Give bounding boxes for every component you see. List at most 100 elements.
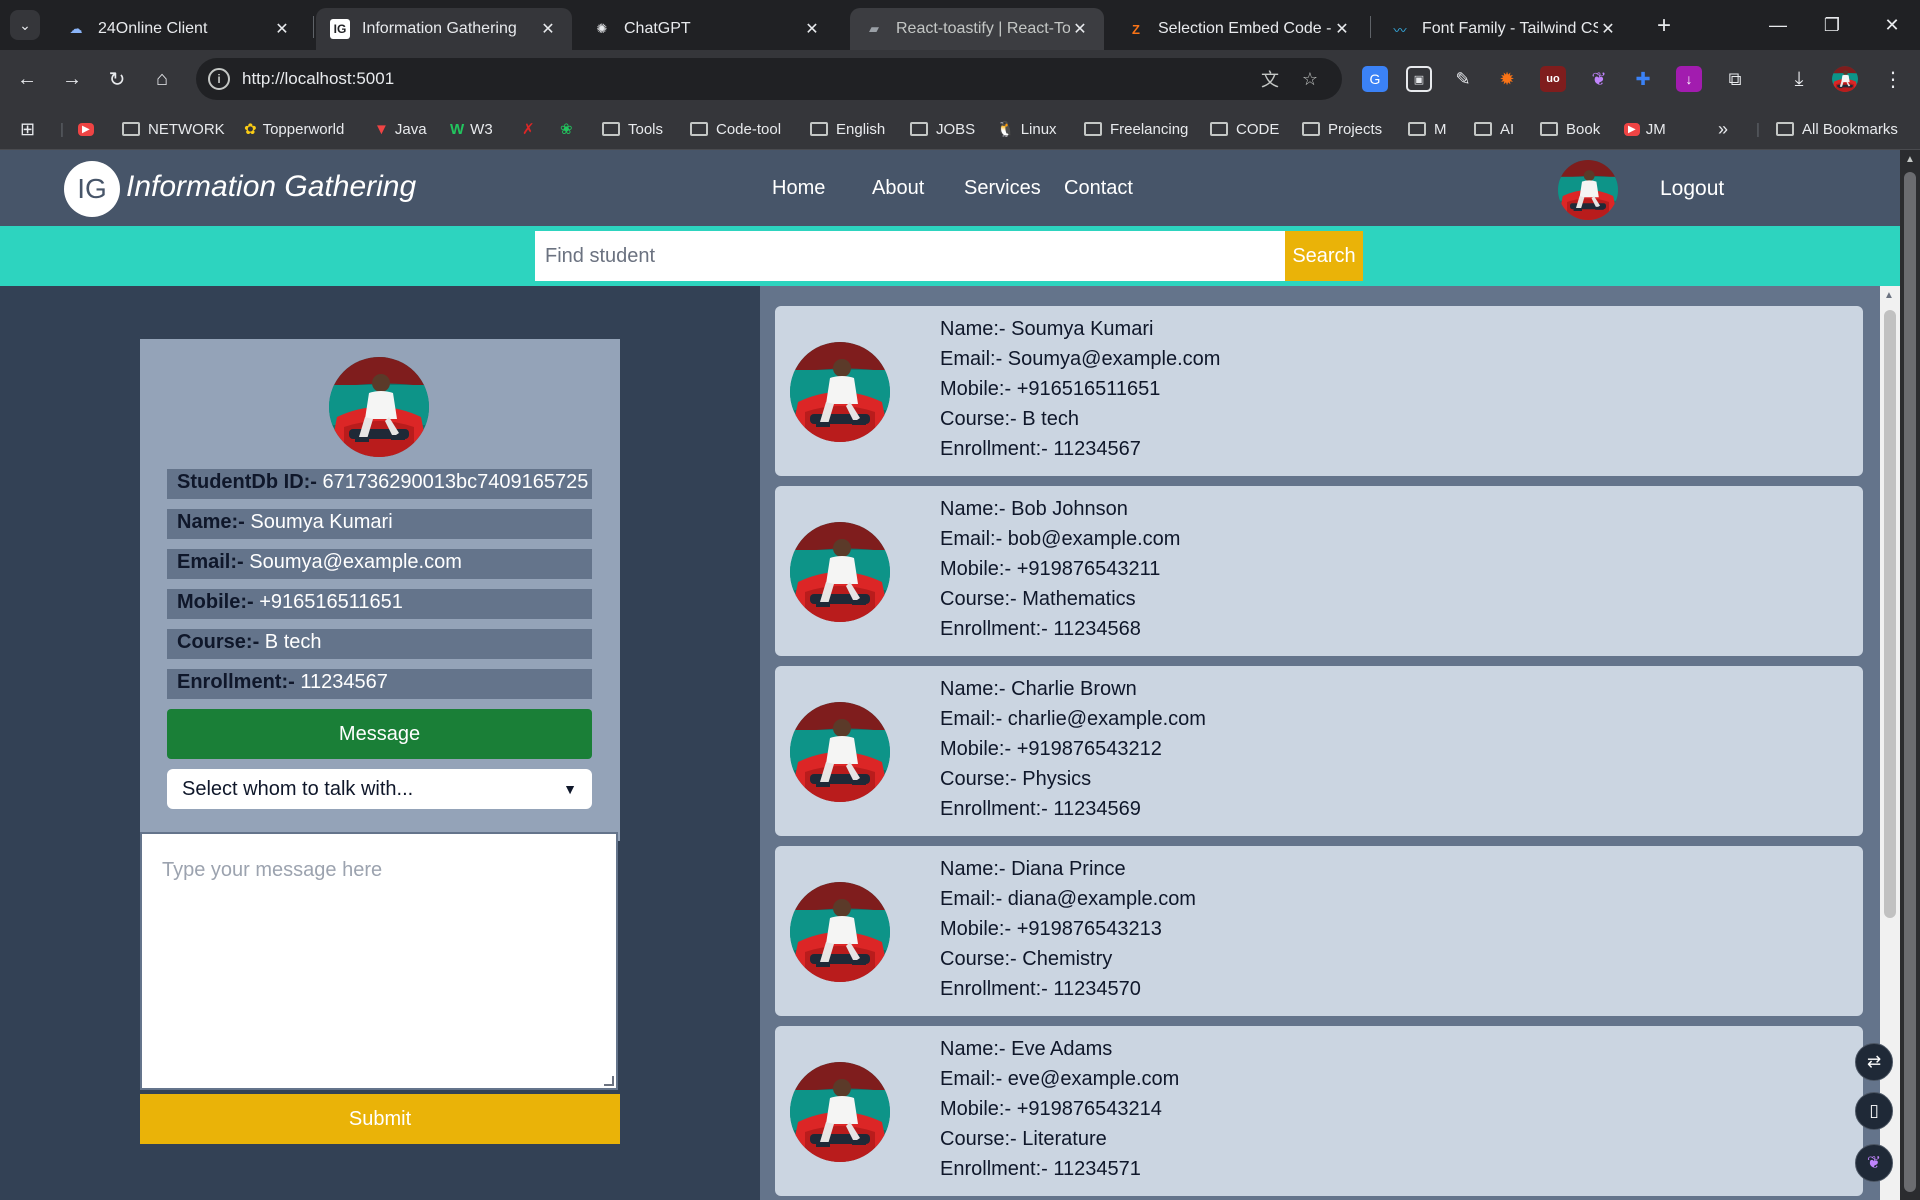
logo-badge[interactable]: IG (64, 161, 120, 217)
search-button[interactable]: Search (1285, 231, 1363, 281)
folder-icon (1084, 122, 1102, 136)
new-tab-button[interactable]: + (1650, 12, 1678, 40)
site-info-icon[interactable]: i (208, 68, 230, 90)
student-name: Name:- Charlie Brown (940, 678, 1137, 700)
student-card[interactable]: Name:- Diana Prince Email:- diana@example… (775, 846, 1863, 1016)
close-tab-icon[interactable]: ✕ (1332, 19, 1352, 39)
app-title[interactable]: Information Gathering (126, 170, 416, 204)
bookmark-m[interactable]: M (1408, 116, 1447, 142)
bookmark-code-tool[interactable]: Code-tool (690, 116, 781, 142)
download-extension-icon[interactable]: ↓ (1676, 66, 1702, 92)
bookmark-jobs[interactable]: JOBS (910, 116, 975, 142)
youtube-bookmark[interactable]: ▶ (78, 116, 94, 142)
browser-tab[interactable]: ✺ ChatGPT ✕ (578, 8, 836, 50)
nav-about-link[interactable]: About (872, 177, 924, 200)
bookmark-linux[interactable]: 🐧 Linux (996, 116, 1057, 142)
all-bookmarks[interactable]: All Bookmarks (1776, 116, 1898, 142)
home-button[interactable]: ⌂ (145, 62, 179, 96)
close-tab-icon[interactable]: ✕ (802, 19, 822, 39)
bookmark-java[interactable]: ▼ Java (374, 116, 427, 142)
logout-link[interactable]: Logout (1660, 177, 1724, 201)
nav-home-link[interactable]: Home (772, 177, 825, 200)
student-enrollment: Enrollment:- 11234568 (940, 618, 1141, 640)
extensions-icon[interactable]: ⧉ (1722, 66, 1748, 92)
fire-extension-icon[interactable]: ✹ (1494, 66, 1520, 92)
profile-avatar-icon[interactable] (1832, 66, 1858, 92)
bookmark-star-icon[interactable]: ☆ (1298, 67, 1322, 91)
find-student-input[interactable] (535, 231, 1285, 281)
google-translate-extension-icon[interactable]: G (1362, 66, 1388, 92)
bookmark-red-x[interactable]: ✗ (522, 116, 535, 142)
tab-search-button[interactable]: ⌄ (10, 10, 40, 40)
nav-contact-link[interactable]: Contact (1064, 177, 1133, 200)
scroll-up-arrow-icon[interactable]: ▲ (1884, 290, 1894, 301)
bookmark-english[interactable]: English (810, 116, 885, 142)
bookmark-book[interactable]: Book (1540, 116, 1600, 142)
resize-grip-icon[interactable] (604, 1076, 614, 1086)
minimize-icon: — (1769, 14, 1787, 35)
picture-in-picture-icon[interactable]: ▣ (1406, 66, 1432, 92)
student-card[interactable]: Name:- Soumya Kumari Email:- Soumya@examp… (775, 306, 1863, 476)
page-scrollbar-thumb[interactable] (1904, 172, 1916, 1192)
close-tab-icon[interactable]: ✕ (1598, 19, 1618, 39)
browser-tab[interactable]: ▰ React-toastify | React-Toast ✕ (850, 8, 1104, 50)
downloads-icon[interactable]: ⤓ (1786, 66, 1812, 92)
bookmark-topperworld[interactable]: ✿ Topperworld (244, 116, 344, 142)
student-enrollment: Enrollment:- 11234571 (940, 1158, 1141, 1180)
color-picker-icon[interactable]: ✎ (1450, 66, 1476, 92)
back-button[interactable]: ← (10, 62, 44, 96)
student-card[interactable]: Name:- Eve Adams Email:- eve@example.com M… (775, 1026, 1863, 1196)
url-text[interactable]: http://localhost:5001 (242, 69, 394, 89)
forward-button[interactable]: → (55, 62, 89, 96)
folder-icon (1210, 122, 1228, 136)
student-mobile: Mobile:- +919876543213 (940, 918, 1162, 940)
browser-tab-active[interactable]: IG Information Gathering ✕ (316, 8, 572, 50)
reload-button[interactable]: ↻ (100, 62, 134, 96)
recipient-select[interactable]: Select whom to talk with... ▼ (167, 769, 592, 809)
user-avatar[interactable] (1558, 160, 1618, 220)
ublock-origin-icon[interactable]: uo (1540, 66, 1566, 92)
browser-tab[interactable]: 〰 Font Family - Tailwind CSS ✕ (1376, 8, 1632, 50)
browser-tab[interactable]: Z Selection Embed Code - G ✕ (1112, 8, 1366, 50)
green-logo-icon: ❀ (560, 121, 573, 138)
apps-icon[interactable]: ⊞ (20, 116, 35, 142)
bookmark-jm[interactable]: ▶ JM (1624, 116, 1666, 142)
reader-book-icon[interactable]: ▯ (1855, 1092, 1893, 1130)
bookmark-network[interactable]: NETWORK (122, 116, 225, 142)
brain-extension-icon[interactable]: ❦ (1586, 66, 1612, 92)
nav-services-link[interactable]: Services (964, 177, 1041, 200)
minimize-button[interactable]: — (1758, 10, 1798, 40)
student-card[interactable]: Name:- Charlie Brown Email:- charlie@exam… (775, 666, 1863, 836)
restore-button[interactable]: ❐ (1812, 10, 1852, 40)
message-button[interactable]: Message (167, 709, 592, 759)
brain-assistant-icon[interactable]: ❦ (1855, 1144, 1893, 1182)
scrollbar-thumb[interactable] (1884, 310, 1896, 918)
translate-icon[interactable]: 文 (1258, 67, 1282, 91)
translate-float-icon[interactable]: ⇄ (1855, 1043, 1893, 1081)
submit-button[interactable]: Submit (140, 1094, 620, 1144)
bookmark-tools[interactable]: Tools (602, 116, 663, 142)
close-tab-icon[interactable]: ✕ (272, 19, 292, 39)
student-name: Name:- Bob Johnson (940, 498, 1128, 520)
menu-kebab-icon[interactable]: ⋮ (1880, 66, 1906, 92)
puzzle-extension-icon[interactable]: ✚ (1630, 66, 1656, 92)
close-tab-icon[interactable]: ✕ (538, 19, 558, 39)
address-bar[interactable]: i http://localhost:5001 文 ☆ (196, 58, 1342, 100)
bookmark-ai[interactable]: AI (1474, 116, 1514, 142)
browser-tab[interactable]: ☁ 24Online Client ✕ (52, 8, 306, 50)
student-mobile-field: Mobile:- +916516511651 (167, 589, 592, 619)
student-course: Course:- Literature (940, 1128, 1107, 1150)
student-card[interactable]: Name:- Bob Johnson Email:- bob@example.co… (775, 486, 1863, 656)
page-scrollbar[interactable]: ▲ (1900, 150, 1920, 1200)
close-tab-icon[interactable]: ✕ (1070, 19, 1090, 39)
close-window-button[interactable]: ✕ (1872, 10, 1912, 40)
scroll-up-arrow-icon[interactable]: ▲ (1905, 154, 1915, 165)
bookmark-projects[interactable]: Projects (1302, 116, 1382, 142)
more-bookmarks-icon[interactable]: » (1718, 116, 1728, 142)
message-textarea[interactable]: Type your message here (140, 832, 618, 1090)
bookmark-w3[interactable]: W W3 (450, 116, 493, 142)
bookmark-freelancing[interactable]: Freelancing (1084, 116, 1188, 142)
tab-title: Font Family - Tailwind CSS (1422, 20, 1598, 37)
bookmark-green[interactable]: ❀ (560, 116, 573, 142)
bookmark-code[interactable]: CODE (1210, 116, 1279, 142)
